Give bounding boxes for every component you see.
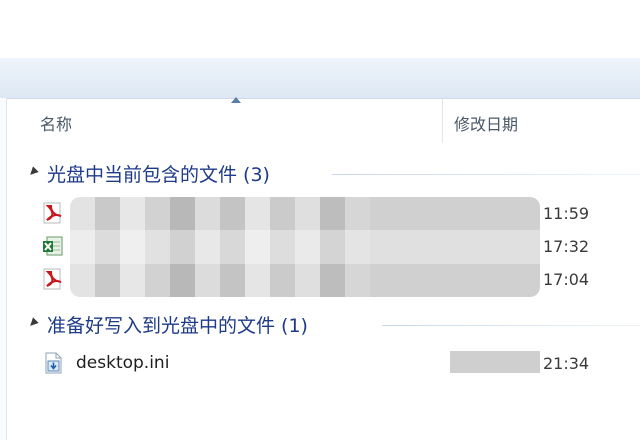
file-row[interactable]: 11:59 <box>0 197 640 229</box>
pdf-icon <box>42 268 64 290</box>
collapse-group-icon[interactable] <box>27 317 39 329</box>
group-divider <box>332 174 640 175</box>
ini-file-icon <box>42 352 64 374</box>
file-row[interactable]: 17:32 <box>0 230 640 262</box>
sort-ascending-icon <box>231 97 241 103</box>
toolbar <box>0 58 640 99</box>
file-row[interactable]: 17:04 <box>0 263 640 295</box>
column-divider[interactable] <box>442 99 443 143</box>
file-name: desktop.ini <box>76 353 170 373</box>
group-header-current-files[interactable]: 光盘中当前包含的文件 (3) <box>0 158 640 188</box>
excel-icon <box>42 235 64 257</box>
column-header-bar: 名称 修改日期 <box>24 97 640 143</box>
group-header-pending-files[interactable]: 准备好写入到光盘中的文件 (1) <box>0 309 640 339</box>
group-title: 光盘中当前包含的文件 (3) <box>47 164 270 186</box>
group-title: 准备好写入到光盘中的文件 (1) <box>47 315 308 337</box>
file-date-modified: 17:32 <box>543 237 590 256</box>
group-divider <box>382 325 640 326</box>
column-header-name[interactable]: 名称 <box>40 111 72 135</box>
file-row[interactable]: desktop.ini 21:34 <box>0 347 640 379</box>
file-date-modified: 11:59 <box>543 204 590 223</box>
file-date-modified: 21:34 <box>543 354 590 373</box>
pdf-icon <box>42 202 64 224</box>
collapse-group-icon[interactable] <box>27 166 39 178</box>
column-header-date-modified[interactable]: 修改日期 <box>454 111 518 135</box>
file-date-modified: 17:04 <box>543 270 590 289</box>
